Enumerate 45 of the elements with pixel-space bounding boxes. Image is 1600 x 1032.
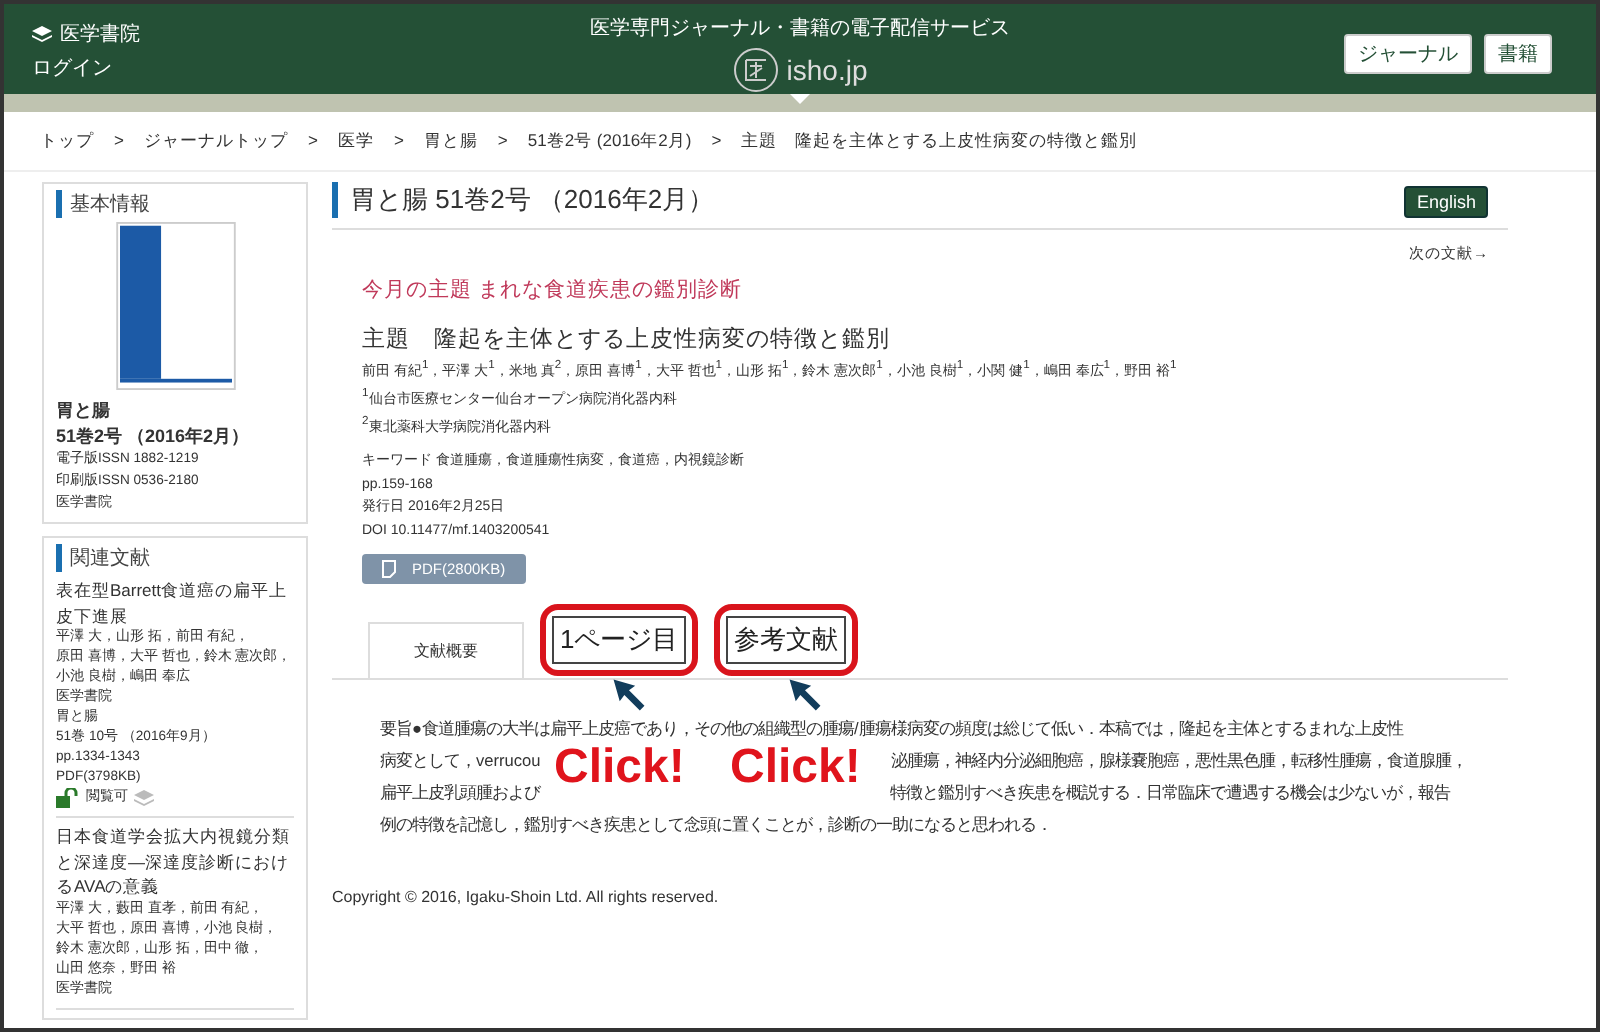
language-button[interactable]: English [1404,186,1488,218]
tab[interactable]: 1ページ目 [552,616,687,665]
breadcrumb-separator: > [393,130,404,154]
tab[interactable]: 参考文献 [726,616,847,665]
login-link[interactable]: ログイン [32,54,140,82]
unlock-icon [56,788,80,808]
journal-name: 胃と腸 [56,398,112,422]
breadcrumb-link[interactable]: ジャーナルトップ [143,130,288,154]
nav-button[interactable]: 書籍 [1484,34,1552,74]
abstract-text: 例の特徴を記憶し，鑑別すべき疾患として念頭に置くことが，診断の一助になると思われる． [380,812,1052,839]
abstract-text: 泌腫瘍，神経内分泌細胞癌，腺様嚢胞癌，悪性黒色腫，転移性腫瘍，食道腺腫， [890,748,1467,775]
abstract-text: 要旨●食道腫瘍の大半は扁平上皮癌であり，その他の組織型の腫瘍/腫瘍様病変の頻度は総じて低い．本稿では，隆起を主体とするまれな上皮性 [380,716,1403,743]
document-icon [382,560,396,579]
article-title: 主題 隆起を主体とする上皮性病変の特徴と鑑別 [362,324,892,354]
tagline: 医学専門ジャーナル・書籍の電子配信サービス [590,15,1010,42]
brand-label: 医学書院 [60,21,140,48]
copyright-text: Copyright © 2016, Igaku-Shoin Ltd. All rights reserved. [332,888,721,907]
breadcrumb-separator: > [497,130,508,154]
abstract-text: 特徴と鑑別すべき疾患を概説する．日常臨床で遭遇する機会は少ないが，報告 [890,780,1450,807]
breadcrumb-link[interactable]: 主題 隆起を主体とする上皮性病変の特徴と鑑別 [741,130,1138,154]
series-title: 今月の主題 まれな食道疾患の鑑別診断 [362,276,744,304]
breadcrumb-separator: > [307,130,318,154]
related-article-link[interactable]: 表在型Barrett食道癌の扁平上皮下進展 [56,578,294,628]
stack-icon [134,789,154,807]
breadcrumb-separator: > [711,130,722,154]
breadcrumb-link[interactable]: 医学 [337,130,374,154]
breadcrumb-link[interactable]: トップ [40,130,94,154]
breadcrumb-link[interactable]: 51巻2号 (2016年2月) [527,130,692,154]
cursor-arrow-icon [612,678,646,713]
related-article-link[interactable]: 日本食道学会拡大内視鏡分類と深達度―深達度診断におけるAVAの意義 [56,824,294,899]
tab[interactable]: 文献概要 [368,622,524,679]
breadcrumb-separator: > [114,130,124,154]
logo-text: isho.jp [786,54,868,86]
click-label: Click! [554,744,685,793]
logo-icon [732,46,781,94]
abstract-text: 病変として，verrucou [380,748,541,775]
click-label: Click! [730,744,861,793]
cursor-arrow-icon [788,678,822,713]
section-heading: 関連文献 [56,544,294,572]
page-title: 胃と腸 51巻2号 （2016年2月） [332,182,715,218]
nav-button[interactable]: ジャーナル [1344,34,1472,74]
abstract-text: 扁平上皮乳頭腫および [380,780,540,807]
stack-icon [32,25,52,43]
breadcrumb-link[interactable]: 胃と腸 [423,130,478,154]
issue-label: 51巻2号 （2016年2月） [56,424,252,448]
